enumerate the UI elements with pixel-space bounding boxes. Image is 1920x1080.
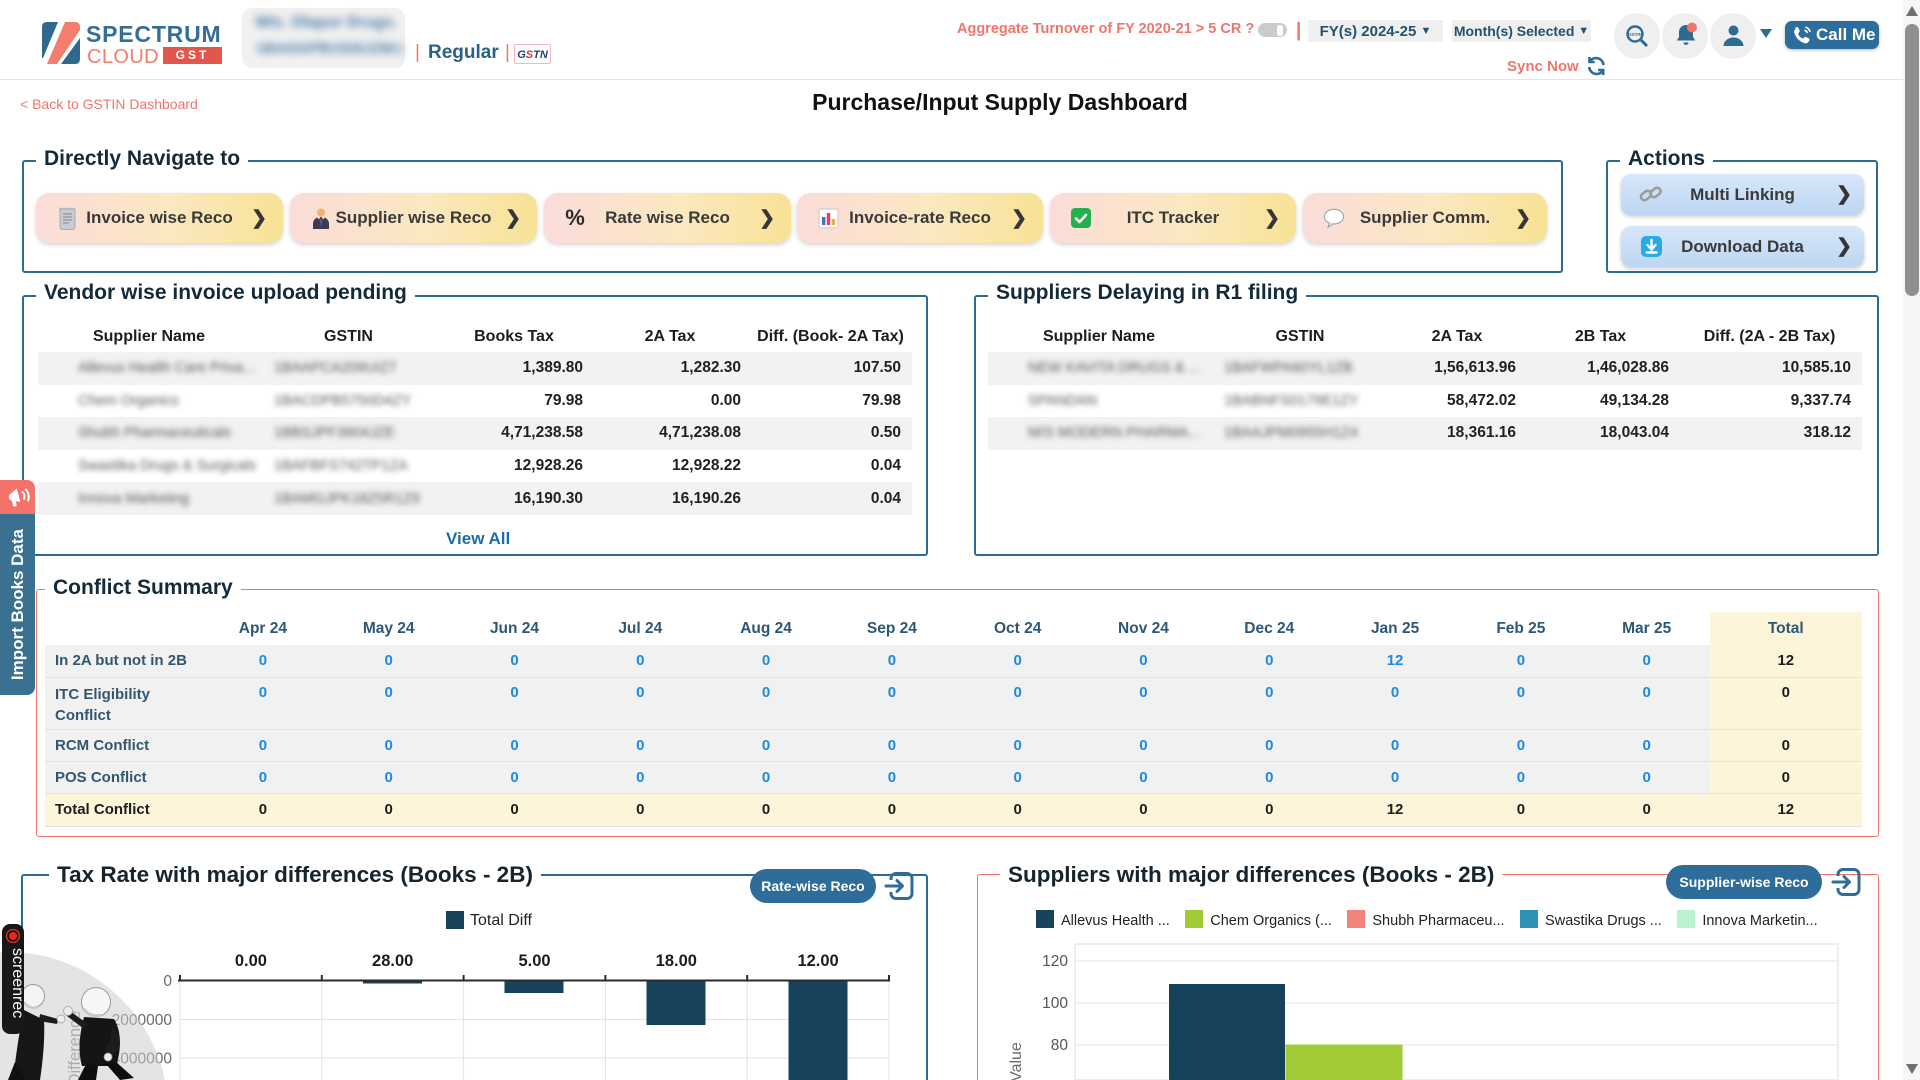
svg-text:12.00: 12.00 [797, 952, 838, 970]
svg-text:28.00: 28.00 [372, 952, 413, 970]
svg-text:screenrec: screenrec [9, 948, 26, 1018]
svg-text:Value: Value [1008, 1042, 1025, 1080]
svg-text:5.00: 5.00 [518, 952, 550, 970]
svg-text:GSTIN: GSTIN [1628, 32, 1642, 37]
svg-text:120: 120 [1042, 953, 1068, 970]
svg-text:18.00: 18.00 [656, 952, 697, 970]
svg-text:80: 80 [1051, 1037, 1069, 1054]
svg-text:100: 100 [1042, 995, 1068, 1012]
